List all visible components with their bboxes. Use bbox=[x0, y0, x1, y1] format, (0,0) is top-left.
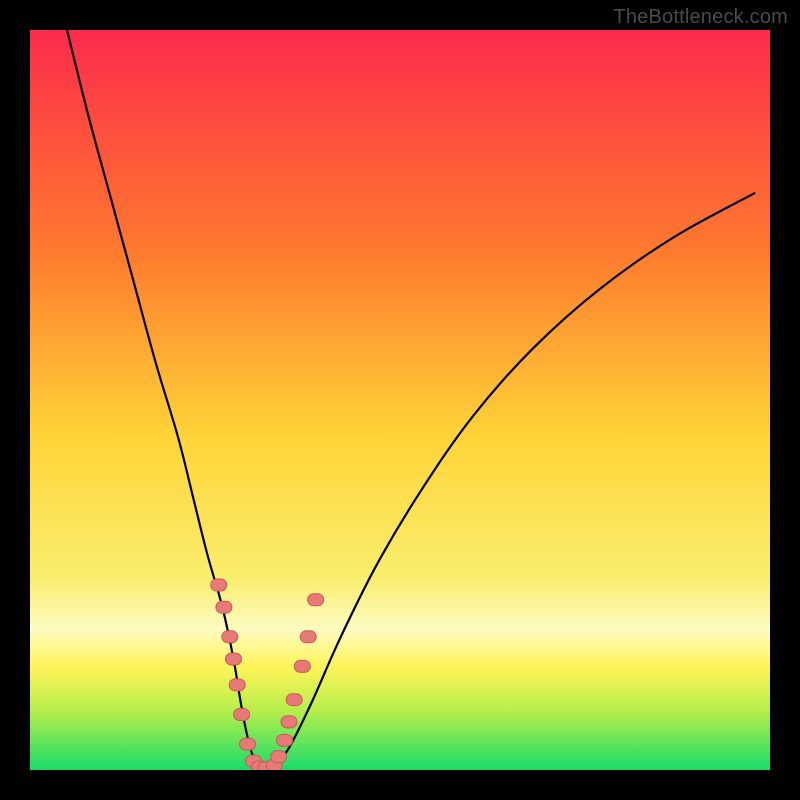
marker-point bbox=[271, 751, 287, 763]
marker-point bbox=[294, 660, 310, 672]
marker-point bbox=[211, 579, 227, 591]
marker-point bbox=[226, 653, 242, 665]
marker-point bbox=[222, 631, 238, 643]
marker-point bbox=[277, 734, 293, 746]
marker-point bbox=[286, 694, 302, 706]
marker-point bbox=[300, 631, 316, 643]
marker-point bbox=[216, 601, 232, 613]
marker-point bbox=[281, 716, 297, 728]
marker-point bbox=[240, 738, 256, 750]
plot-area bbox=[30, 30, 770, 770]
marker-point bbox=[308, 594, 324, 606]
gradient-background bbox=[30, 30, 770, 770]
marker-point bbox=[234, 709, 250, 721]
chart-svg bbox=[30, 30, 770, 770]
marker-point bbox=[229, 679, 245, 691]
chart-canvas: TheBottleneck.com bbox=[0, 0, 800, 800]
watermark-text: TheBottleneck.com bbox=[613, 6, 788, 29]
